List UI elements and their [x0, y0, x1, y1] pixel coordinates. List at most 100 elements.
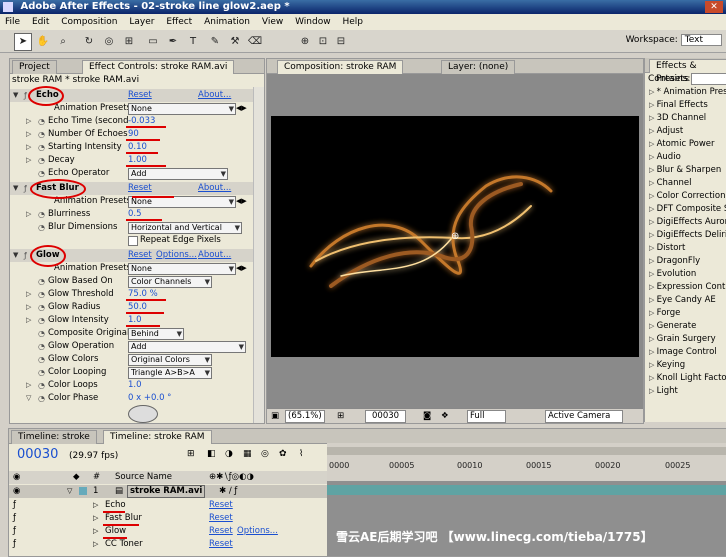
expand-triangle-icon[interactable]: ▷: [93, 499, 98, 512]
effect-controls-scrollbar[interactable]: [253, 87, 264, 423]
expand-triangle-icon[interactable]: ▷: [26, 154, 31, 167]
fx-category[interactable]: Adjust: [649, 126, 684, 136]
fx-switch-icon[interactable]: ƒ: [13, 525, 16, 538]
timeline-current-time[interactable]: 00030: [17, 447, 58, 462]
stopwatch-icon[interactable]: ◔: [38, 366, 45, 379]
eye-icon[interactable]: ◉: [13, 485, 20, 498]
frame-blending-icon[interactable]: ▦: [243, 449, 252, 459]
glow-options-link[interactable]: Options...: [156, 249, 197, 262]
stopwatch-icon[interactable]: ◔: [38, 301, 45, 314]
glow-based-on-dropdown[interactable]: Color Channels: [128, 276, 212, 288]
expand-triangle-icon[interactable]: ▷: [26, 288, 31, 301]
stopwatch-icon[interactable]: ◔: [38, 128, 45, 141]
eraser-tool-icon[interactable]: ⌫: [246, 33, 264, 51]
pen-tool-icon[interactable]: ✒: [164, 33, 182, 51]
layer-duration-bar[interactable]: [327, 485, 726, 495]
stopwatch-icon[interactable]: ◔: [38, 141, 45, 154]
clone-stamp-icon[interactable]: ⚒: [226, 33, 244, 51]
expand-triangle-icon[interactable]: ▷: [26, 301, 31, 314]
echo-reset-link[interactable]: Reset: [128, 89, 152, 102]
pan-behind-icon[interactable]: ⊞: [120, 33, 138, 51]
hand-tool-icon[interactable]: ✋: [34, 33, 52, 51]
fx-category[interactable]: Final Effects: [649, 100, 708, 110]
close-icon[interactable]: ✕: [705, 1, 723, 13]
fx-category[interactable]: Channel: [649, 178, 692, 188]
fx-category[interactable]: DigiEffects Delirium: [649, 230, 726, 240]
fx-switch-icon[interactable]: ƒ: [13, 512, 16, 525]
expand-triangle-icon[interactable]: ▷: [26, 379, 31, 392]
color-phase-dial[interactable]: [128, 405, 158, 423]
fx-category[interactable]: * Animation Presets: [649, 87, 726, 97]
layer-switches-icon[interactable]: ✱ ∕ ƒ: [219, 485, 237, 498]
resolution-dropdown[interactable]: Full: [467, 410, 506, 423]
current-time-display[interactable]: 00030: [365, 410, 407, 423]
tab-timeline-stroke-ram[interactable]: Timeline: stroke RAM: [103, 430, 212, 444]
color-looping-dropdown[interactable]: Triangle A>B>A: [128, 367, 212, 379]
stopwatch-icon[interactable]: ◔: [38, 275, 45, 288]
fx-category[interactable]: Knoll Light Factory: [649, 373, 726, 383]
timeline-effect-row[interactable]: ƒ ▷ Glow Reset Options...: [9, 525, 327, 538]
echo-operator-dropdown[interactable]: Add: [128, 168, 228, 180]
preset-nav-icon[interactable]: ◀▶: [236, 195, 247, 208]
rotate-tool-icon[interactable]: ↻: [80, 33, 98, 51]
menu-effect[interactable]: Effect: [166, 17, 192, 27]
expand-triangle-icon[interactable]: ▷: [93, 538, 98, 551]
expand-triangle-icon[interactable]: ▷: [93, 525, 98, 538]
expand-triangle-icon[interactable]: ▷: [26, 314, 31, 327]
fx-category[interactable]: DFT Composite Suite: [649, 204, 726, 214]
fx-category[interactable]: Grain Surgery: [649, 334, 716, 344]
rectangle-mask-icon[interactable]: ▭: [144, 33, 162, 51]
stopwatch-icon[interactable]: ◔: [38, 167, 45, 180]
show-channel-icon[interactable]: ❖: [441, 409, 449, 423]
glow-reset-link[interactable]: Reset: [128, 249, 152, 262]
expand-triangle-icon[interactable]: ▷: [26, 141, 31, 154]
fx-category[interactable]: Expression Controls: [649, 282, 726, 292]
menu-file[interactable]: File: [5, 17, 20, 27]
stopwatch-icon[interactable]: ◔: [38, 115, 45, 128]
timeline-effect-reset[interactable]: Reset: [209, 499, 233, 512]
menu-window[interactable]: Window: [295, 17, 331, 27]
graph-editor-icon[interactable]: ⌇: [299, 449, 303, 459]
draft-3d-icon[interactable]: ◧: [207, 449, 216, 459]
fx-switch-icon[interactable]: ƒ: [24, 182, 27, 195]
fx-category[interactable]: Atomic Power: [649, 139, 715, 149]
menu-animation[interactable]: Animation: [204, 17, 250, 27]
fx-category[interactable]: Generate: [649, 321, 697, 331]
fx-switch-icon[interactable]: ƒ: [24, 89, 27, 102]
stopwatch-icon[interactable]: ◔: [38, 379, 45, 392]
menu-edit[interactable]: Edit: [32, 17, 49, 27]
fx-category[interactable]: Color Correction: [649, 191, 726, 201]
glow-operation-dropdown[interactable]: Add: [128, 341, 246, 353]
echo-about-link[interactable]: About...: [198, 89, 231, 102]
expand-triangle-icon[interactable]: ▷: [26, 128, 31, 141]
tab-effect-controls[interactable]: Effect Controls: stroke RAM.avi: [82, 60, 235, 74]
fx-category[interactable]: Blur & Sharpen: [649, 165, 722, 175]
grid-icon[interactable]: ⊞: [337, 409, 344, 423]
tab-project[interactable]: Project: [12, 60, 57, 74]
menu-help[interactable]: Help: [342, 17, 363, 27]
source-name-header[interactable]: Source Name: [115, 471, 172, 484]
color-loops-value[interactable]: 1.0: [128, 379, 142, 392]
stopwatch-icon[interactable]: ◔: [38, 288, 45, 301]
fx-category[interactable]: 3D Channel: [649, 113, 707, 123]
fx-category[interactable]: Forge: [649, 308, 681, 318]
layer-label-color[interactable]: [79, 487, 87, 495]
expand-triangle-icon[interactable]: ▽: [26, 392, 31, 405]
preset-nav-icon[interactable]: ◀▶: [236, 262, 247, 275]
fast-blur-about-link[interactable]: About...: [198, 182, 231, 195]
fx-category[interactable]: Audio: [649, 152, 681, 162]
tab-effects-presets[interactable]: Effects & Presets: [649, 59, 726, 84]
selection-tool-icon[interactable]: ➤: [14, 33, 32, 51]
workspace-dropdown[interactable]: Text: [680, 34, 722, 46]
menu-view[interactable]: View: [262, 17, 283, 27]
stopwatch-icon[interactable]: ◔: [38, 154, 45, 167]
tab-composition[interactable]: Composition: stroke RAM: [277, 60, 404, 74]
stopwatch-icon[interactable]: ◔: [38, 353, 45, 366]
hide-shy-icon[interactable]: ◑: [225, 449, 233, 459]
composite-original-dropdown[interactable]: Behind: [128, 328, 184, 340]
fast-blur-reset-link[interactable]: Reset: [128, 182, 152, 195]
timeline-effect-row[interactable]: ƒ ▷ Fast Blur Reset: [9, 512, 327, 525]
timeline-effect-reset[interactable]: Reset: [209, 512, 233, 525]
timeline-effect-reset[interactable]: Reset: [209, 525, 233, 538]
contains-search-input[interactable]: [691, 73, 726, 85]
